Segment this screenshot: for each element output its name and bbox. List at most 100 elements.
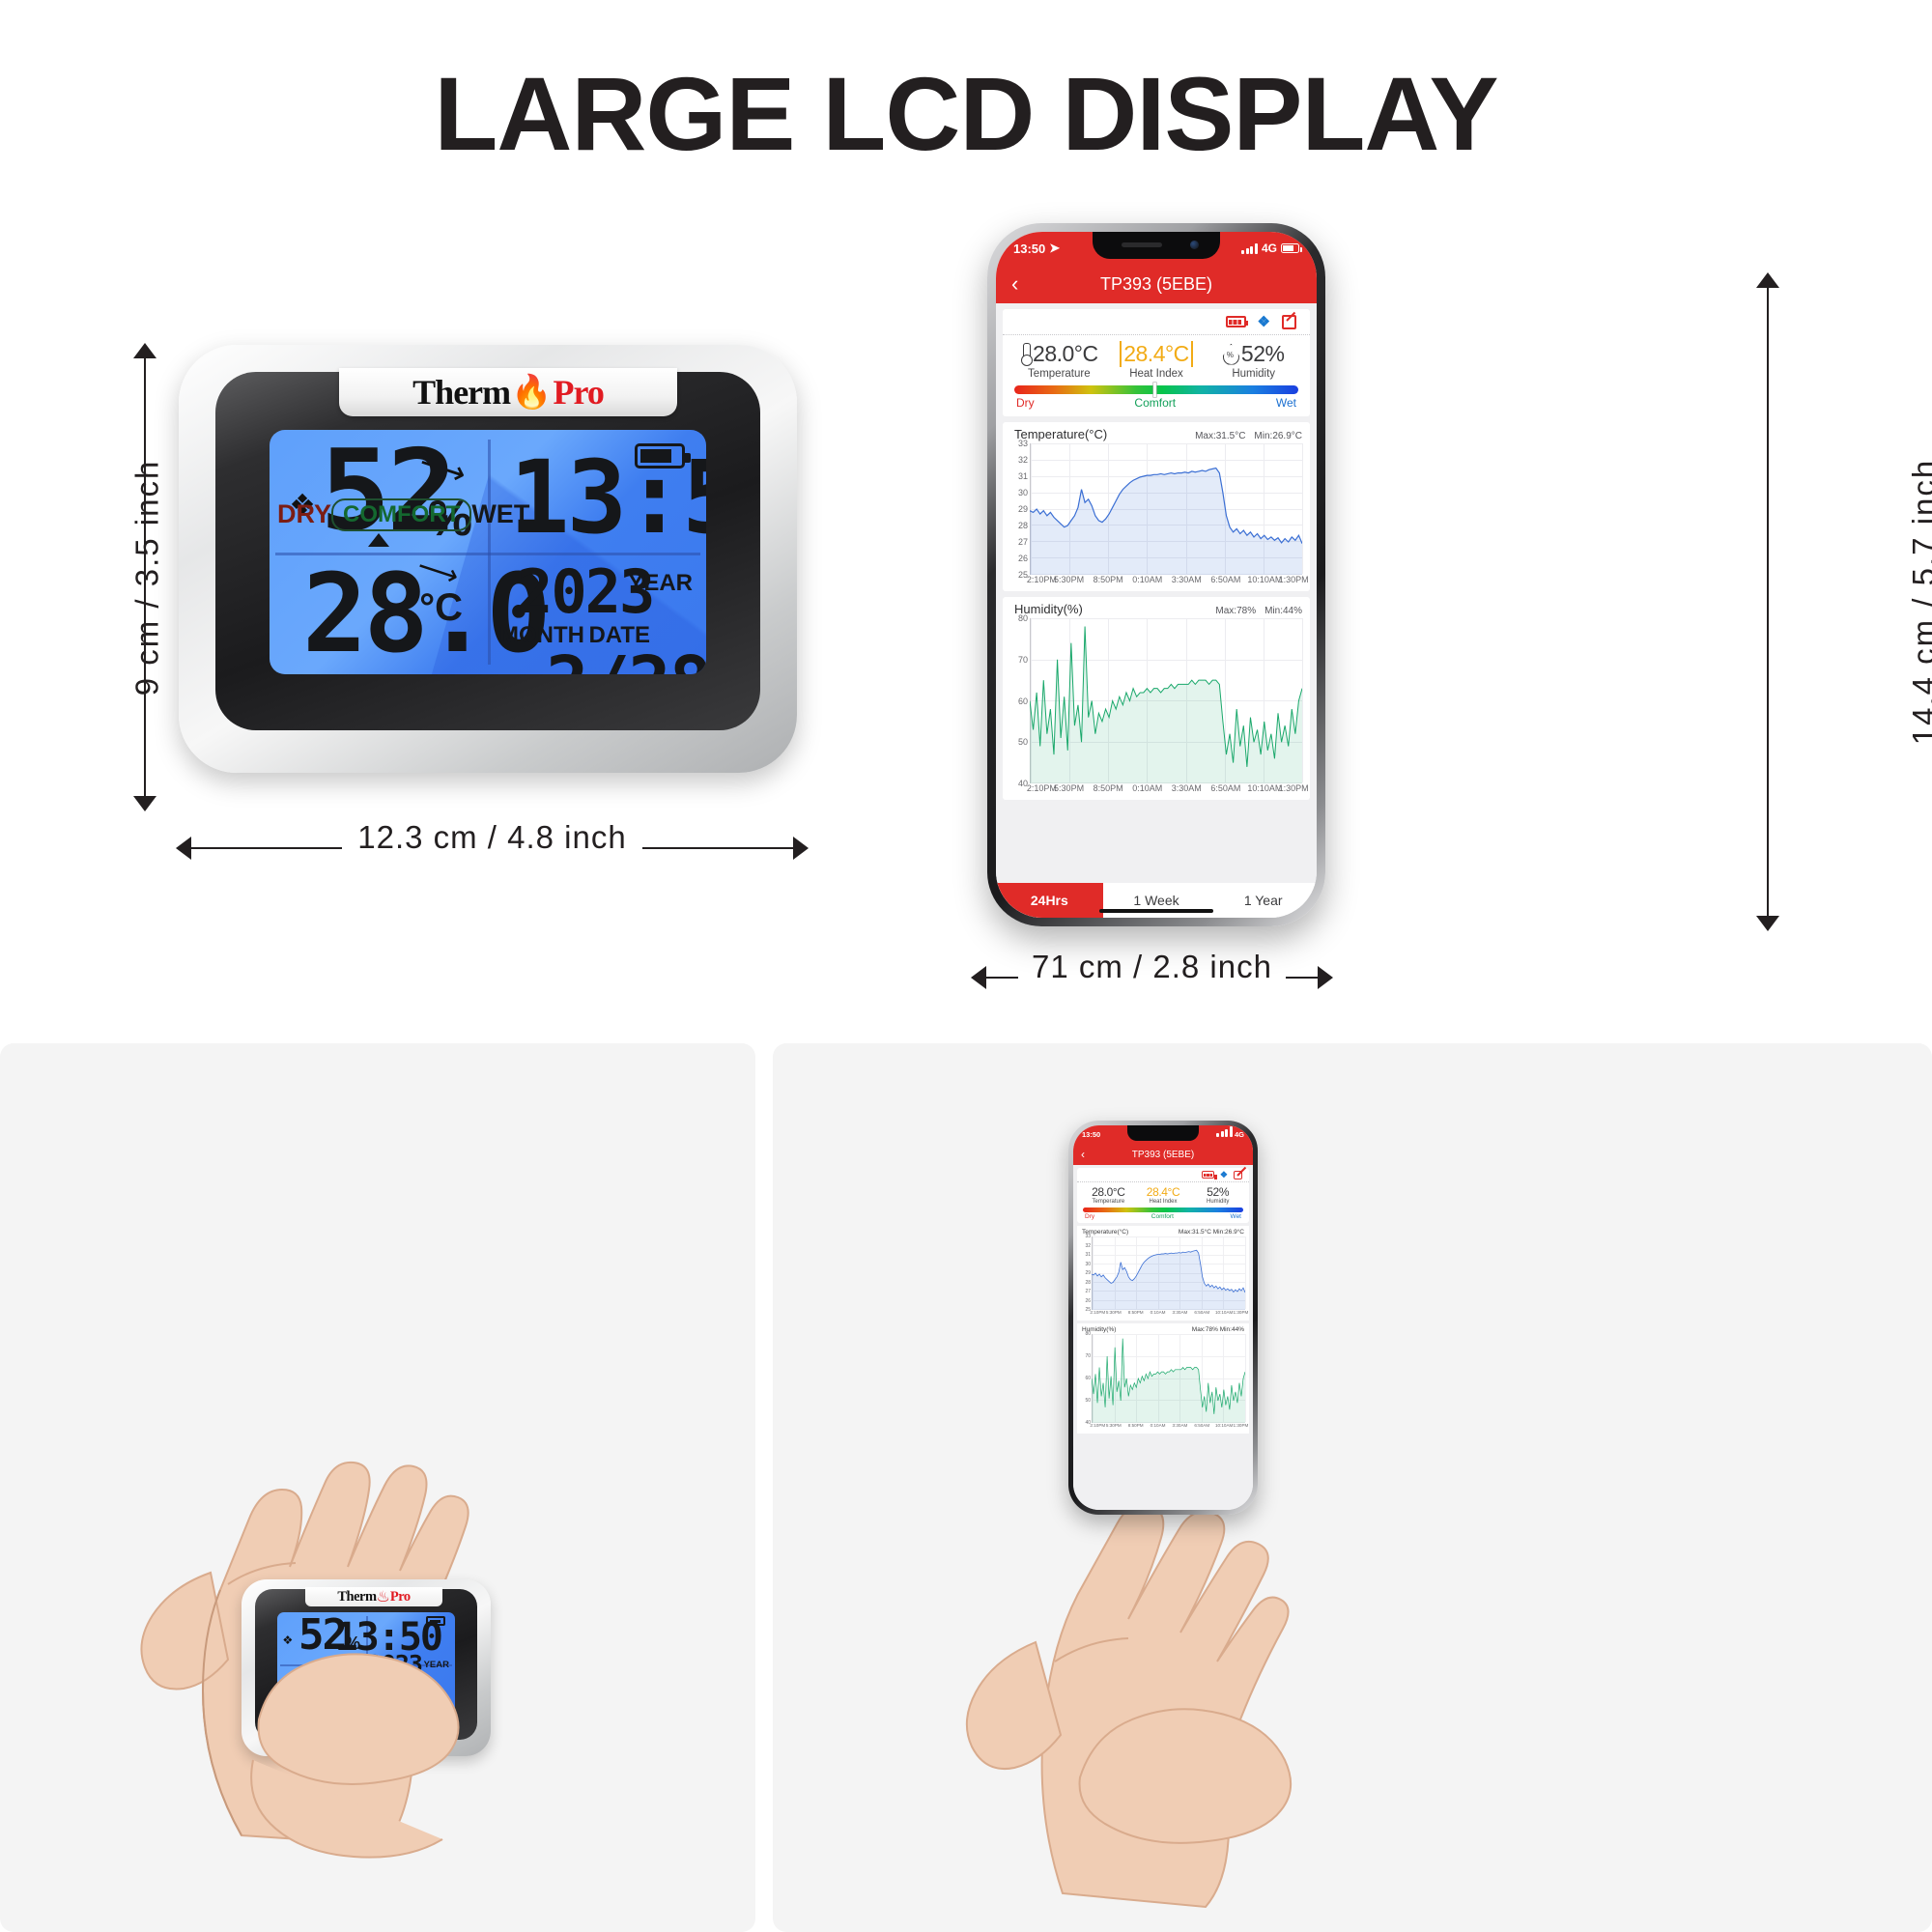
y-tick-label: 32 (1017, 455, 1028, 465)
dry-label: Dry (1085, 1213, 1095, 1220)
temperature-series (1092, 1236, 1245, 1310)
mini-brand-suffix: Pro (389, 1588, 411, 1605)
temperature-chart-title: Temperature(°C) (1014, 427, 1108, 441)
mini-app-body: ❖ 28.0°C Temperature 28.4°C Heat Index 5… (1073, 1165, 1253, 1510)
humidity-x-axis: 2:10PM 5:30PM 8:50PM 0:10AM 3:30AM 6:50AM 10:1… (1090, 1423, 1248, 1431)
mini-brand-plate: Therm ♨ Pro (305, 1587, 442, 1606)
temperature-value: 28.0°C (1033, 341, 1098, 366)
tab-1-year[interactable]: 1 Year (1209, 883, 1317, 918)
comfort-gradient-bar (1083, 1208, 1243, 1212)
humidity-value: 52% (1240, 341, 1285, 366)
y-tick-label: 27 (1017, 537, 1028, 547)
humidity-chart-minmax: Max:78% Min:44% (1215, 606, 1302, 616)
y-tick-label: 50 (1017, 737, 1028, 748)
page-title: LARGE LCD DISPLAY (434, 55, 1498, 172)
temperature-top: 28.0°C (1010, 341, 1108, 367)
x-tick-label: 8:50PM (1127, 1423, 1144, 1428)
app-body: ❖ 28.0°C Temperature 28.4°C Heat Index %… (996, 303, 1317, 918)
x-tick-label: 2:10PM (1090, 1310, 1106, 1315)
x-tick-label: 6:50AM (1210, 575, 1241, 584)
heat-index-value: 28.4°C (1146, 1185, 1180, 1199)
back-button[interactable]: ‹ (1011, 273, 1018, 295)
x-tick-label: 0:10AM (1150, 1423, 1166, 1428)
battery-icon (1225, 316, 1248, 327)
edit-icon[interactable] (1282, 314, 1296, 329)
temperature-chart-header: Temperature(°C) Max:31.5°C Min:26.9°C (1009, 427, 1304, 443)
y-tick-label: 30 (1085, 1261, 1091, 1267)
humidity-min-label: Min:44% (1219, 1326, 1244, 1333)
humidity-min-label: Min:44% (1264, 606, 1302, 616)
tab-24hrs[interactable]: 24Hrs (996, 883, 1103, 918)
mini-device-toolbar: ❖ (1077, 1168, 1249, 1181)
x-tick-label: 5:30PM (1054, 783, 1085, 793)
hand-illustration (140, 1461, 469, 1847)
humidity-x-axis: 2:10PM 5:30PM 8:50PM 0:10AM 3:30AM 6:50AM 10:1… (1027, 783, 1309, 797)
y-tick-label: 50 (1085, 1398, 1091, 1404)
mini-thermometer-device: Therm ♨ Pro ❖ 52 % DRY COMFORT WET 28.0 °C… (242, 1579, 491, 1756)
mini-heat-index-cell: 28.4°C Heat Index (1136, 1185, 1191, 1205)
y-tick-label: 28 (1017, 521, 1028, 530)
mini-brand-prefix: Therm (337, 1588, 377, 1605)
temperature-series (1030, 443, 1302, 575)
chart-svg (1092, 1334, 1245, 1423)
humidity-chart-minmax: Max:78% Min:44% (1192, 1326, 1244, 1333)
back-button[interactable]: ‹ (1081, 1148, 1085, 1161)
y-tick-label: 28 (1085, 1279, 1091, 1286)
x-tick-label: 10:10AM (1247, 783, 1283, 793)
humidity-chart-card: Humidity(%) Max:78% Min:44% 40 50 60 70 80 2… (1003, 597, 1310, 800)
x-tick-label: 0:10AM (1132, 575, 1163, 584)
grid-line-vertical (1302, 618, 1303, 782)
heat-index-label: Heat Index (1149, 1199, 1178, 1205)
phone-frame: 13:50 ➤ 4G ‹ TP393 (5EBE) ❖ 28.0°C Tempe… (987, 223, 1325, 926)
phone-height-label: 14.4 cm / 5.7 inch (1906, 458, 1932, 746)
x-tick-label: 1:30PM (1278, 783, 1309, 793)
x-tick-label: 10:10AM (1214, 1423, 1234, 1428)
phone-width-dimension: 71 cm / 2.8 inch (971, 949, 1333, 997)
battery-icon (1281, 243, 1302, 253)
humidity-y-axis: 40 50 60 70 80 (1009, 613, 1030, 788)
temperature-unit: °C (419, 585, 463, 629)
humidity-max-label: Max:78% (1215, 606, 1257, 616)
signal-bars-icon (1216, 1126, 1233, 1137)
thermometer-icon (1020, 342, 1033, 366)
device-width-label: 12.3 cm / 4.8 inch (342, 819, 642, 856)
chart-svg (1030, 618, 1302, 783)
x-tick-label: 6:50AM (1194, 1423, 1210, 1428)
comfort-scale: DRY COMFORT WET (277, 497, 529, 531)
wet-label: Wet (1275, 396, 1296, 410)
mini-device-bezel: Therm ♨ Pro ❖ 52 % DRY COMFORT WET 28.0 °C… (255, 1587, 477, 1740)
chart-svg (1030, 443, 1302, 575)
phone-width-label: 71 cm / 2.8 inch (1018, 949, 1286, 985)
device-width-dimension: 12.3 cm / 4.8 inch (176, 819, 809, 867)
heat-index-top: 28.4°C (1108, 341, 1206, 367)
grid-line-vertical (1245, 1236, 1246, 1309)
heat-index-label: Heat Index (1129, 368, 1183, 380)
device-summary-card: ❖ 28.0°C Temperature 28.4°C Heat Index %… (1003, 309, 1310, 416)
edit-icon[interactable] (1234, 1170, 1242, 1179)
device-height-label: 9 cm / 3.5 inch (128, 459, 165, 696)
comfort-gradient-bar (1014, 383, 1298, 397)
arrow-head-down (1756, 916, 1779, 931)
mini-temperature-chart-header: Temperature(°C) Max:31.5°C Min:26.9°C (1080, 1229, 1246, 1236)
temperature-label: Temperature (1028, 368, 1091, 380)
x-tick-label: 8:50PM (1127, 1310, 1144, 1315)
temperature-max-label: Max:31.5°C (1195, 431, 1246, 441)
y-tick-label: 33 (1085, 1234, 1091, 1239)
mini-readings-panel: 28.0°C Temperature 28.4°C Heat Index 52%… (1077, 1181, 1249, 1223)
x-tick-label: 5:30PM (1054, 575, 1085, 584)
temperature-chart-card: Temperature(°C) Max:31.5°C Min:26.9°C 25… (1003, 422, 1310, 591)
heat-index-value: 28.4°C (1120, 341, 1193, 367)
hand-illustration-right (965, 1503, 1290, 1909)
mini-year-reading: 2023 (367, 1650, 423, 1678)
arrow-head-right (793, 837, 809, 860)
clock-reading: 13:50 (509, 439, 706, 556)
thermometer-device: Therm 🔥 Pro ❖ ⟶ 52 % DRY COMFORT WET ⟶ 28. (179, 345, 797, 773)
x-tick-label: 1:30PM (1278, 575, 1309, 584)
humidity-y-axis: 40 50 60 70 80 (1080, 1331, 1092, 1426)
comfort-label: Comfort (1134, 396, 1177, 410)
bluetooth-icon: ❖ (283, 1630, 293, 1648)
app-bar: ‹ TP393 (5EBE) (996, 265, 1317, 303)
date-reading: 2/28 (546, 641, 706, 675)
x-tick-label: 2:10PM (1090, 1423, 1106, 1428)
temperature-label: Temperature (1092, 1199, 1125, 1205)
